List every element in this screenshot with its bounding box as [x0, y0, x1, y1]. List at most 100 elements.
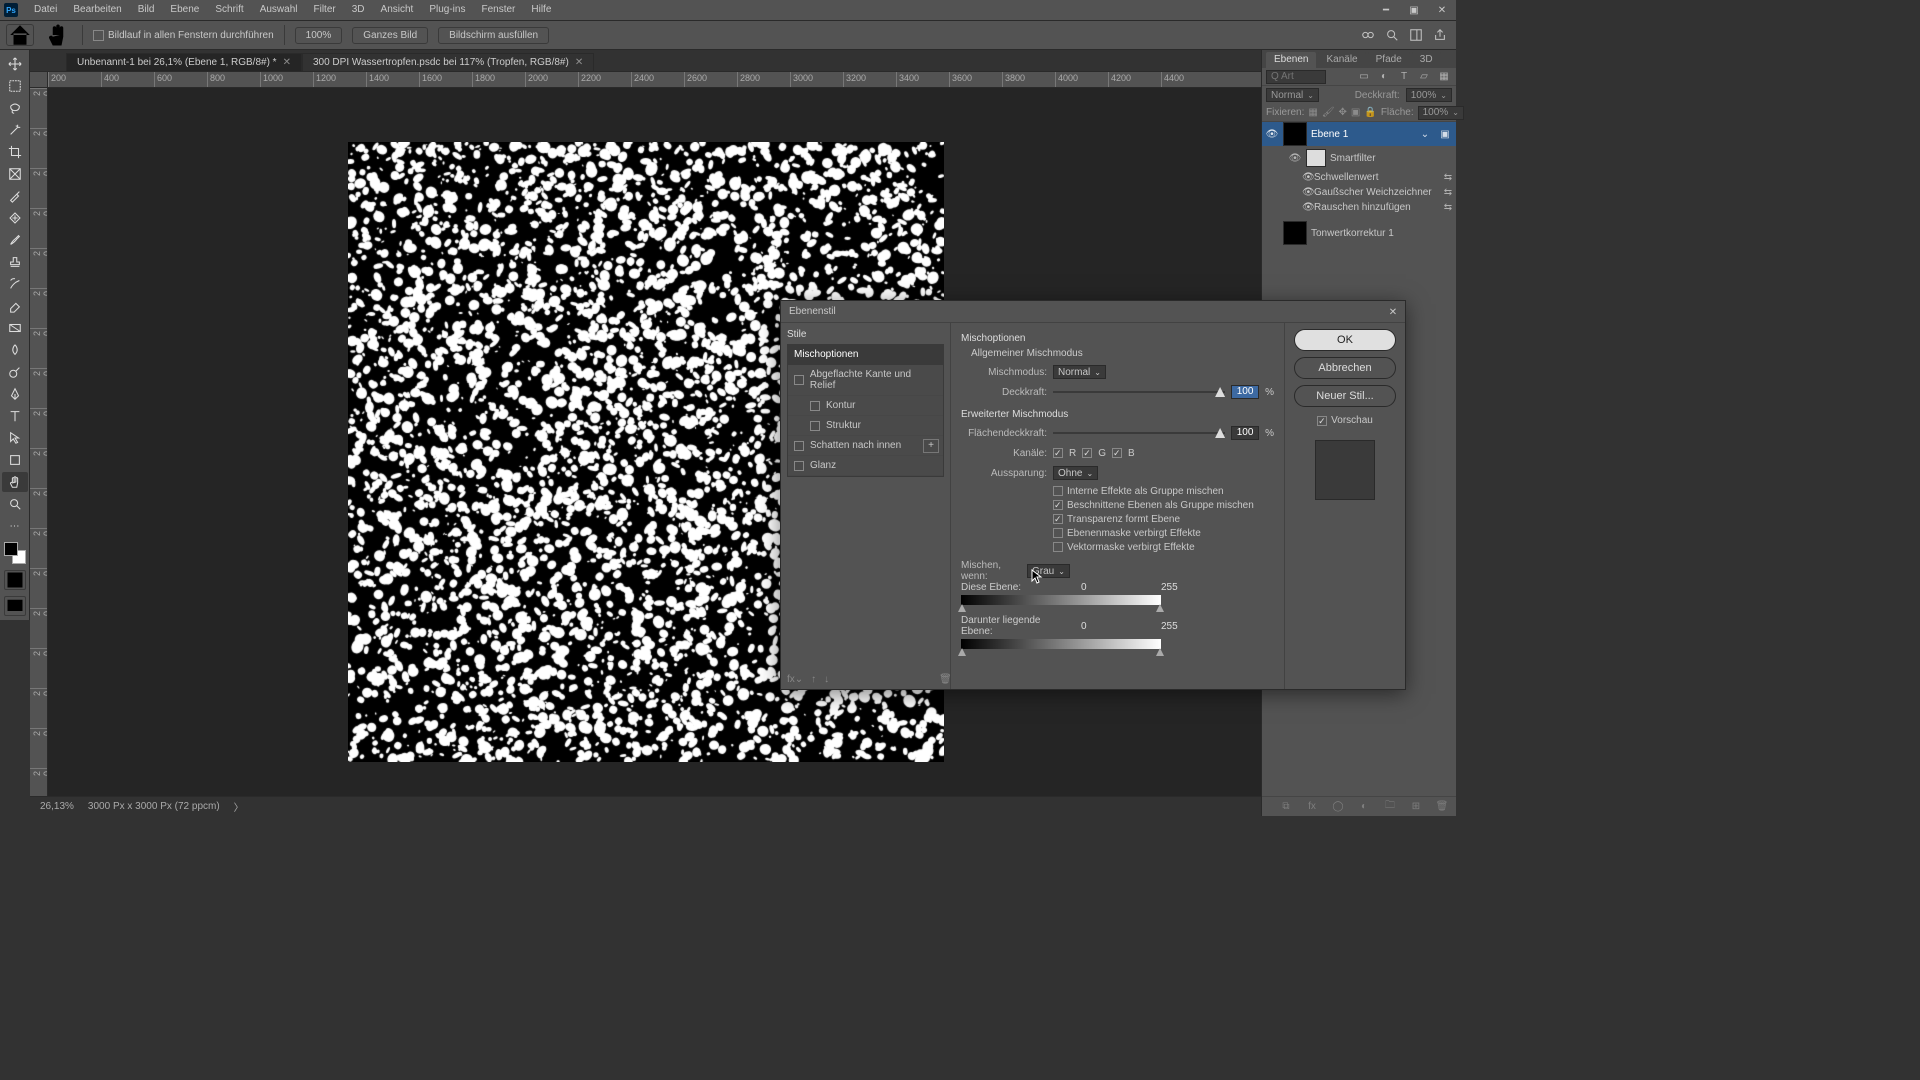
status-zoom[interactable]: 26,13% — [40, 801, 74, 812]
minimize-icon[interactable]: ━ — [1372, 0, 1400, 20]
menu-filter[interactable]: Filter — [306, 0, 344, 20]
ok-button[interactable]: OK — [1294, 329, 1396, 351]
filter-visibility-icon[interactable]: 👁 — [1302, 187, 1314, 198]
shape-tool-icon[interactable] — [2, 450, 28, 470]
blendif-dropdown[interactable]: Grau⌄ — [1027, 564, 1070, 578]
filter-visibility-icon[interactable]: 👁 — [1288, 153, 1302, 164]
lock-move-icon[interactable]: ✥ — [1339, 105, 1347, 121]
dodge-tool-icon[interactable] — [2, 362, 28, 382]
filter-adjust-icon[interactable]: ◐ — [1376, 69, 1392, 85]
filter-entry[interactable]: 👁Schwellenwert⇆ — [1262, 170, 1456, 185]
underlying-layer-gradient[interactable] — [961, 639, 1161, 649]
layer-search-input[interactable] — [1266, 70, 1326, 84]
menu-3d[interactable]: 3D — [344, 0, 373, 20]
filter-entry[interactable]: 👁Rauschen hinzufügen⇆ — [1262, 200, 1456, 215]
wand-tool-icon[interactable] — [2, 120, 28, 140]
knockout-dropdown[interactable]: Ohne⌄ — [1053, 466, 1098, 480]
style-item[interactable]: Abgeflachte Kante und Relief — [788, 365, 943, 396]
cb-transparency-shapes[interactable] — [1053, 514, 1063, 524]
filter-smart-icon[interactable]: ▦ — [1436, 69, 1452, 85]
filter-settings-icon[interactable]: ⇆ — [1440, 200, 1456, 216]
style-item[interactable]: Glanz — [788, 456, 943, 476]
channel-r-checkbox[interactable] — [1053, 448, 1063, 458]
delete-layer-icon[interactable]: 🗑 — [1434, 799, 1450, 815]
smartfilter-row[interactable]: 👁Smartfilter — [1262, 146, 1456, 170]
layer-visibility-icon[interactable]: 👁 — [1265, 129, 1279, 140]
layer-mask-icon[interactable]: ◯ — [1330, 799, 1346, 815]
menu-datei[interactable]: Datei — [26, 0, 65, 20]
style-enable-checkbox[interactable] — [794, 461, 804, 471]
lock-paint-icon[interactable]: 🖌 — [1322, 105, 1335, 121]
menu-ebene[interactable]: Ebene — [162, 0, 207, 20]
menu-fenster[interactable]: Fenster — [473, 0, 523, 20]
style-enable-checkbox[interactable] — [810, 421, 820, 431]
type-tool-icon[interactable] — [2, 406, 28, 426]
pen-tool-icon[interactable] — [2, 384, 28, 404]
style-item[interactable]: Struktur — [788, 416, 943, 436]
healing-tool-icon[interactable] — [2, 208, 28, 228]
layer-opacity-field[interactable]: 100%⌄ — [1406, 88, 1452, 102]
quickmask-icon[interactable] — [4, 570, 26, 590]
blur-tool-icon[interactable] — [2, 340, 28, 360]
move-tool-icon[interactable] — [2, 54, 28, 74]
filter-type-icon[interactable]: T — [1396, 69, 1412, 85]
workspace-icon[interactable] — [1408, 27, 1424, 43]
new-style-button[interactable]: Neuer Stil... — [1294, 385, 1396, 407]
opacity-slider[interactable] — [1053, 386, 1225, 398]
blendmode-dropdown[interactable]: Normal⌄ — [1053, 365, 1106, 379]
color-swatches[interactable] — [4, 542, 26, 564]
layer-collapse-icon[interactable]: ⌄ — [1417, 126, 1433, 142]
cb-layermask-hides[interactable] — [1053, 528, 1063, 538]
eyedropper-tool-icon[interactable] — [2, 186, 28, 206]
style-item[interactable]: Kontur — [788, 396, 943, 416]
zoom-tool-icon[interactable] — [2, 494, 28, 514]
filtermask-thumbnail[interactable] — [1306, 149, 1326, 167]
menu-bearbeiten[interactable]: Bearbeiten — [65, 0, 129, 20]
cancel-button[interactable]: Abbrechen — [1294, 357, 1396, 379]
lock-all-icon[interactable]: 🔒 — [1364, 105, 1376, 121]
lock-pixels-icon[interactable]: ▦ — [1308, 105, 1317, 121]
hand-tool-icon[interactable] — [44, 24, 72, 46]
cb-clipped-layers[interactable] — [1053, 500, 1063, 510]
stamp-tool-icon[interactable] — [2, 252, 28, 272]
lasso-tool-icon[interactable] — [2, 98, 28, 118]
filter-visibility-icon[interactable]: 👁 — [1302, 202, 1314, 213]
layer-row[interactable]: Tonwertkorrektur 1 — [1262, 221, 1456, 245]
filter-settings-icon[interactable]: ⇆ — [1440, 170, 1456, 186]
menu-hilfe[interactable]: Hilfe — [523, 0, 559, 20]
opacity-value-field[interactable]: 100 — [1231, 385, 1259, 399]
panel-tab-pfade[interactable]: Pfade — [1368, 52, 1410, 68]
gradient-tool-icon[interactable] — [2, 318, 28, 338]
tab-close-icon[interactable]: ✕ — [575, 57, 583, 68]
preview-checkbox[interactable]: Vorschau — [1317, 415, 1373, 426]
adjustment-thumbnail[interactable] — [1283, 221, 1307, 245]
layer-blendmode-dropdown[interactable]: Normal⌄ — [1266, 88, 1319, 102]
style-enable-checkbox[interactable] — [810, 401, 820, 411]
style-enable-checkbox[interactable] — [794, 375, 804, 385]
screenmode-icon[interactable] — [4, 596, 26, 616]
menu-auswahl[interactable]: Auswahl — [252, 0, 306, 20]
zoom-percent-button[interactable]: 100% — [295, 27, 343, 44]
history-brush-icon[interactable] — [2, 274, 28, 294]
fillopacity-slider[interactable] — [1053, 427, 1225, 439]
style-item[interactable]: Schatten nach innen+ — [788, 436, 943, 456]
style-enable-checkbox[interactable] — [794, 441, 804, 451]
new-adjustment-icon[interactable]: ◐ — [1356, 799, 1372, 815]
cb-vectormask-hides[interactable] — [1053, 542, 1063, 552]
path-select-icon[interactable] — [2, 428, 28, 448]
menu-plug-ins[interactable]: Plug-ins — [421, 0, 473, 20]
filter-image-icon[interactable]: ▭ — [1356, 69, 1372, 85]
status-chevron-icon[interactable]: 〉 — [234, 799, 244, 814]
brush-tool-icon[interactable] — [2, 230, 28, 250]
filter-settings-icon[interactable]: ⇆ — [1440, 185, 1456, 201]
menu-schrift[interactable]: Schrift — [207, 0, 251, 20]
layer-thumbnail[interactable] — [1283, 122, 1307, 146]
crop-tool-icon[interactable] — [2, 142, 28, 162]
fill-screen-button[interactable]: Bildschirm ausfüllen — [438, 27, 549, 44]
channel-b-checkbox[interactable] — [1112, 448, 1122, 458]
frame-tool-icon[interactable] — [2, 164, 28, 184]
panel-tab-3d[interactable]: 3D — [1412, 52, 1441, 68]
hand-tool-sel-icon[interactable] — [2, 472, 28, 492]
menu-ansicht[interactable]: Ansicht — [373, 0, 422, 20]
eraser-tool-icon[interactable] — [2, 296, 28, 316]
